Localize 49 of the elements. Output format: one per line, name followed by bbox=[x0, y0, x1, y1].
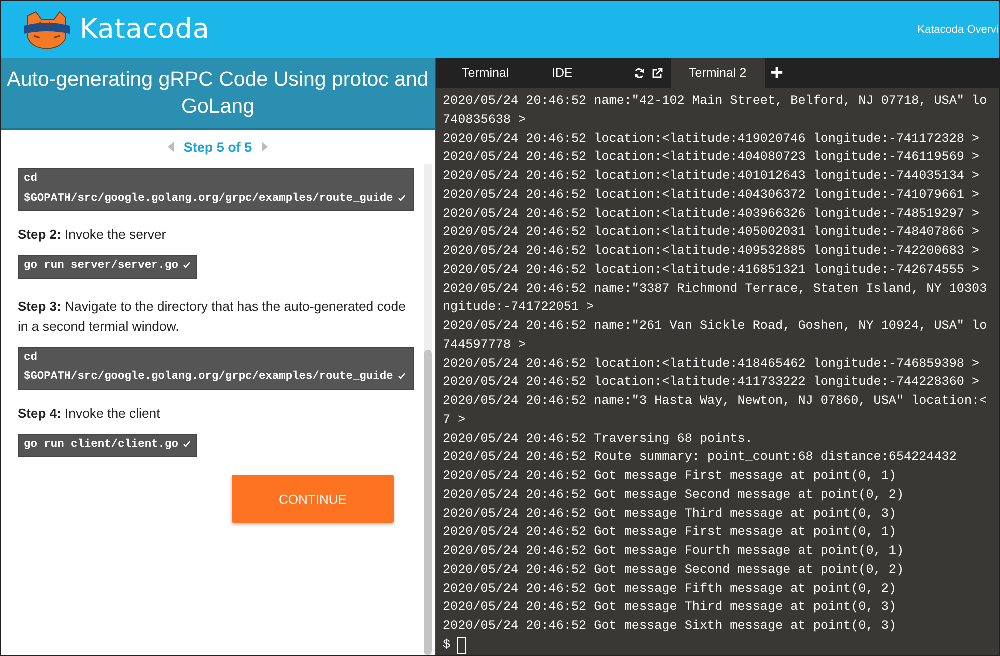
scrollbar[interactable] bbox=[424, 164, 432, 655]
text-cursor bbox=[456, 636, 466, 654]
terminal-output-line: 2020/05/24 20:46:52 location:<latitude:416851321 longitude:-742674555 > bbox=[443, 262, 980, 279]
terminal-output-line: 2020/05/24 20:46:52 Got message Third message at point(0, 3) bbox=[443, 506, 896, 522]
code-snippet[interactable]: go run client/client.go bbox=[18, 434, 198, 457]
add-tab-button[interactable]: + bbox=[770, 58, 784, 88]
terminal-output-line: 2020/05/24 20:46:52 name:"3387 Richmond Terrace, Staten Island, NY 10303 bbox=[443, 280, 988, 298]
terminal-tab[interactable]: Terminal 2 bbox=[671, 58, 765, 88]
code-snippet[interactable]: cd $GOPATH/src/google.golang.org/grpc/examples/route_guide bbox=[18, 168, 414, 211]
step-counter: Step 5 of 5 bbox=[184, 140, 252, 154]
code-snippet[interactable]: go run server/server.go bbox=[18, 255, 198, 278]
step-instruction: Step 3: Navigate to the directory that has the auto-generated code in a second termial window. bbox=[18, 298, 407, 336]
code-snippet[interactable]: cd $GOPATH/src/google.golang.org/grpc/examples/route_guide bbox=[18, 346, 414, 390]
next-step-icon[interactable] bbox=[262, 142, 268, 152]
terminal-output-line: 2020/05/24 20:46:52 location:<latitude:401012643 longitude:-744035134 > bbox=[443, 168, 980, 185]
step-instruction: Step 2: Invoke the server bbox=[18, 226, 168, 244]
refresh-icon[interactable] bbox=[634, 68, 645, 78]
terminal-output-line: ngitude:-741722051 > bbox=[443, 299, 594, 316]
terminal-output-line: 7 > bbox=[443, 412, 466, 429]
terminal-output-line: 2020/05/24 20:46:52 Traversing 68 points. bbox=[443, 430, 753, 448]
previous-step-icon[interactable] bbox=[168, 142, 174, 152]
terminal-output-line: 2020/05/24 20:46:52 location:<latitude:411733222 longitude:-744228360 > bbox=[443, 374, 980, 392]
terminal-output-line: 744597778 > bbox=[443, 336, 526, 354]
shell-prompt: $ bbox=[443, 636, 451, 654]
terminal-output-line: 2020/05/24 20:46:52 Got message Fourth message at point(0, 1) bbox=[443, 543, 904, 560]
terminal-output-line: 2020/05/24 20:46:52 location:<latitude:403966326 longitude:-748519297 > bbox=[443, 206, 980, 222]
terminal-output-line: 2020/05/24 20:46:52 Route summary: point_count:68 distance:654224432 bbox=[443, 449, 957, 466]
terminal-output-line: 2020/05/24 20:46:52 name:"261 Van Sickle Road, Goshen, NY 10924, USA" lo bbox=[443, 318, 988, 335]
terminal-output-line: 2020/05/24 20:46:52 Got message Third message at point(0, 3) bbox=[443, 599, 896, 616]
terminal-output-line: 2020/05/24 20:46:52 location:<latitude:419020746 longitude:-741172328 > bbox=[443, 130, 980, 148]
terminal-output-line: 2020/05/24 20:46:52 Got message First message at point(0, 1) bbox=[443, 524, 896, 542]
terminal-tab[interactable]: Terminal bbox=[436, 58, 537, 88]
terminal-output-line: 2020/05/24 20:46:52 location:<latitude:404080723 longitude:-746119569 > bbox=[443, 149, 980, 166]
terminal-output-line: 2020/05/24 20:46:52 Got message Fifth message at point(0, 2) bbox=[443, 580, 896, 598]
terminal-output-line: 2020/05/24 20:46:52 Got message Sixth message at point(0, 3) bbox=[443, 618, 896, 635]
external-link-icon[interactable] bbox=[652, 68, 663, 78]
terminal-output-line: 2020/05/24 20:46:52 Got message Second message at point(0, 2) bbox=[443, 486, 904, 504]
terminal-output-line: 2020/05/24 20:46:52 location:<latitude:409532885 longitude:-742200683 > bbox=[443, 243, 980, 260]
terminal-output-line: 2020/05/24 20:46:52 Got message Second message at point(0, 2) bbox=[443, 562, 904, 579]
terminal-output-line: 2020/05/24 20:46:52 name:"3 Hasta Way, Newton, NJ 07860, USA" location:< bbox=[443, 393, 988, 410]
step-instruction: Step 4: Invoke the client bbox=[18, 404, 162, 423]
lesson-title: Auto-generating gRPC Code Using protoc and GoLang bbox=[1, 58, 435, 130]
terminal-output-line: 740835638 > bbox=[443, 112, 526, 129]
terminal-output-line: 2020/05/24 20:46:52 location:<latitude:404306372 longitude:-741079661 > bbox=[443, 186, 980, 204]
terminal-output-line: 2020/05/24 20:46:52 Got message First message at point(0, 1) bbox=[443, 468, 896, 485]
terminal-tab[interactable]: IDE bbox=[537, 58, 612, 88]
terminal-output-line: 2020/05/24 20:46:52 location:<latitude:418465462 longitude:-746859398 > bbox=[443, 356, 980, 372]
terminal-output-line: 2020/05/24 20:46:52 name:"42-102 Main Street, Belford, NJ 07718, USA" lo bbox=[443, 93, 988, 110]
terminal-output-line: 2020/05/24 20:46:52 location:<latitude:405002031 longitude:-748407866 > bbox=[443, 224, 980, 242]
